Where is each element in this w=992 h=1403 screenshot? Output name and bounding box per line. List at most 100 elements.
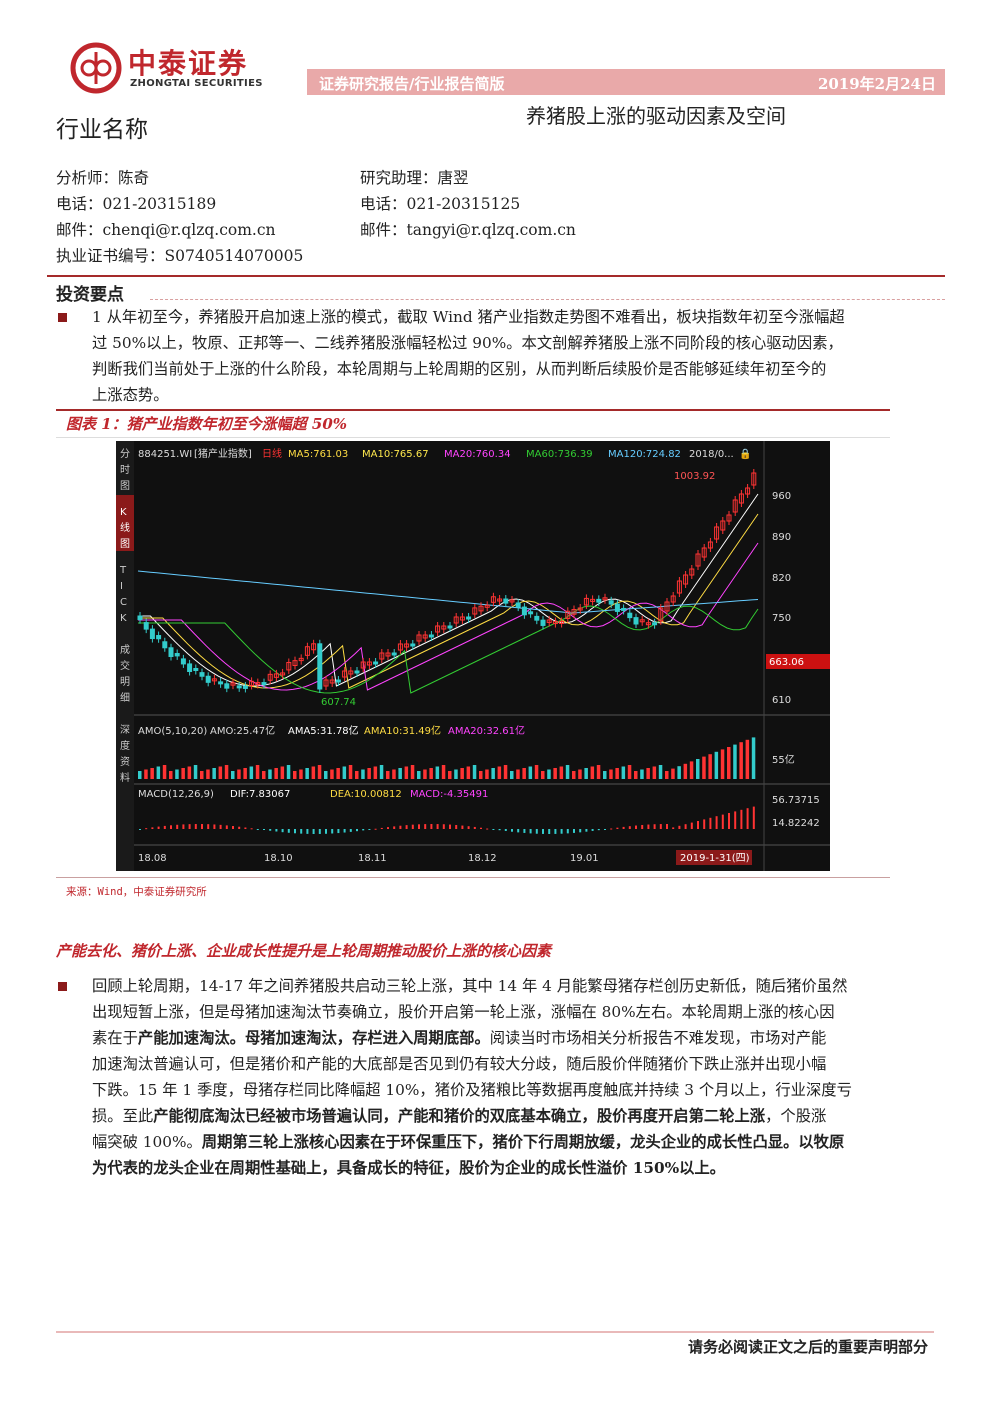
volume-bar (503, 765, 508, 779)
candle-body (335, 679, 341, 683)
macd-bar (480, 827, 482, 829)
candle-body (187, 663, 193, 673)
chart-tab-char: 明 (120, 676, 130, 688)
volume-bar (181, 768, 185, 779)
macd-bar (275, 829, 278, 832)
volume-bar (472, 765, 477, 779)
bold-run: 周期第三轮上涨核心因素在于环保重压下，猪价下行周期放缓，龙头企业的成长性凸显。以… (201, 1133, 845, 1151)
macd-bar (684, 824, 687, 829)
macd-bar (672, 827, 675, 829)
amo-axis-label: 55亿 (772, 753, 795, 766)
analyst-1-email[interactable]: 邮件：chenqi@r.qlzq.com.cn (56, 218, 276, 240)
volume-bar (534, 765, 539, 779)
macd-bar (548, 829, 551, 834)
macd-bar (597, 829, 600, 831)
volume-bar (658, 765, 663, 779)
chart-tab-char: 交 (120, 659, 130, 672)
macd-bar (405, 825, 408, 829)
macd-bar (566, 829, 569, 834)
macd-bar (399, 825, 402, 829)
volume-bar (708, 754, 712, 779)
chart-tab-char: 料 (120, 771, 130, 784)
candle-body (621, 607, 627, 611)
macd-bar (182, 824, 185, 829)
analyst-1-phone: 电话：021-20315189 (56, 195, 217, 213)
macd-bar (622, 826, 625, 829)
volume-bar (324, 771, 328, 779)
volume-bar (299, 769, 303, 779)
chart-tab-char: 时 (120, 464, 130, 476)
volume-bar (689, 761, 694, 779)
volume-bar (156, 766, 161, 779)
volume-bar (596, 765, 601, 779)
chart-tab-char: T (119, 565, 127, 576)
volume-bar (200, 771, 204, 779)
candle-body (162, 641, 168, 649)
volume-bar (243, 768, 247, 779)
candle-body (317, 643, 323, 690)
text-run: 损。至此 (92, 1107, 154, 1125)
macd-bar (616, 827, 619, 829)
chart-tab-char: I (120, 581, 123, 592)
macd-bar (511, 829, 513, 832)
volume-bar (565, 765, 570, 779)
volume-bar (522, 768, 526, 779)
chart-tab-char: 深 (120, 724, 130, 736)
macd-bar (560, 829, 563, 834)
candle-body (156, 635, 162, 640)
candle-body (540, 619, 546, 626)
macd-bar (306, 829, 309, 834)
volume-bar (603, 771, 607, 779)
macd-bar (201, 824, 203, 829)
volume-bar (379, 765, 384, 779)
candle-body (633, 617, 639, 625)
volume-bar (187, 766, 192, 779)
candle-body (503, 598, 509, 604)
volume-bar (293, 771, 297, 779)
macd-bar (387, 827, 389, 829)
bold-run: 产能加速淘汰。母猪加速淘汰，存栏进入周期底部。 (137, 1029, 490, 1047)
volume-bar (646, 768, 650, 779)
macd-bar (312, 829, 315, 834)
volume-bar (541, 771, 545, 779)
macd-bar (517, 829, 520, 833)
volume-bar (696, 759, 700, 779)
volume-bar (448, 771, 452, 779)
figure-title: 图表 1：猪产业指数年初至今涨幅超 50% (66, 415, 348, 433)
report-title: 养猪股上涨的驱动因素及空间 (526, 104, 786, 128)
macd-bar (139, 829, 141, 830)
macd-bar (269, 829, 272, 831)
macd-bar (721, 814, 724, 829)
macd-bar (430, 824, 433, 829)
date-tick-label: 18.11 (358, 853, 387, 864)
legend-ma10: MA10:765.67 (362, 449, 429, 460)
price-tick-label: 820 (772, 573, 791, 584)
volume-bar (739, 742, 743, 779)
volume-bar (466, 766, 471, 779)
macd-bar (635, 825, 637, 829)
volume-bar (615, 768, 619, 779)
volume-bar (528, 766, 533, 779)
macd-bar (591, 829, 594, 831)
chart-tab-char: 线 (120, 521, 130, 534)
volume-bar (609, 769, 613, 779)
volume-bar (559, 766, 564, 779)
candle-body (193, 668, 199, 672)
macd-bar (610, 828, 613, 830)
volume-bar (218, 766, 223, 779)
footer-disclaimer: 请务必阅读正文之后的重要声明部分 (687, 1338, 928, 1356)
date-tick-label: 18.10 (264, 853, 293, 864)
volume-bar (410, 765, 415, 779)
macd-bar (343, 829, 346, 833)
analyst-2-email[interactable]: 邮件：tangyi@r.qlzq.com.cn (360, 218, 576, 240)
macd-bar (734, 811, 737, 829)
macd-bar (442, 824, 445, 829)
volume-bar (485, 769, 489, 779)
paragraph-1-line-4: 上涨态势。 (92, 386, 169, 404)
lock-icon[interactable]: 🔒 (739, 448, 751, 460)
macd-bar (250, 828, 253, 830)
macd-bar (356, 829, 358, 832)
sub-heading: 产能去化、猪价上涨、企业成长性提升是上轮周期推动股价上涨的核心因素 (56, 942, 552, 960)
chart-index-name: [猪产业指数] (194, 447, 252, 460)
candle-body (242, 685, 248, 689)
